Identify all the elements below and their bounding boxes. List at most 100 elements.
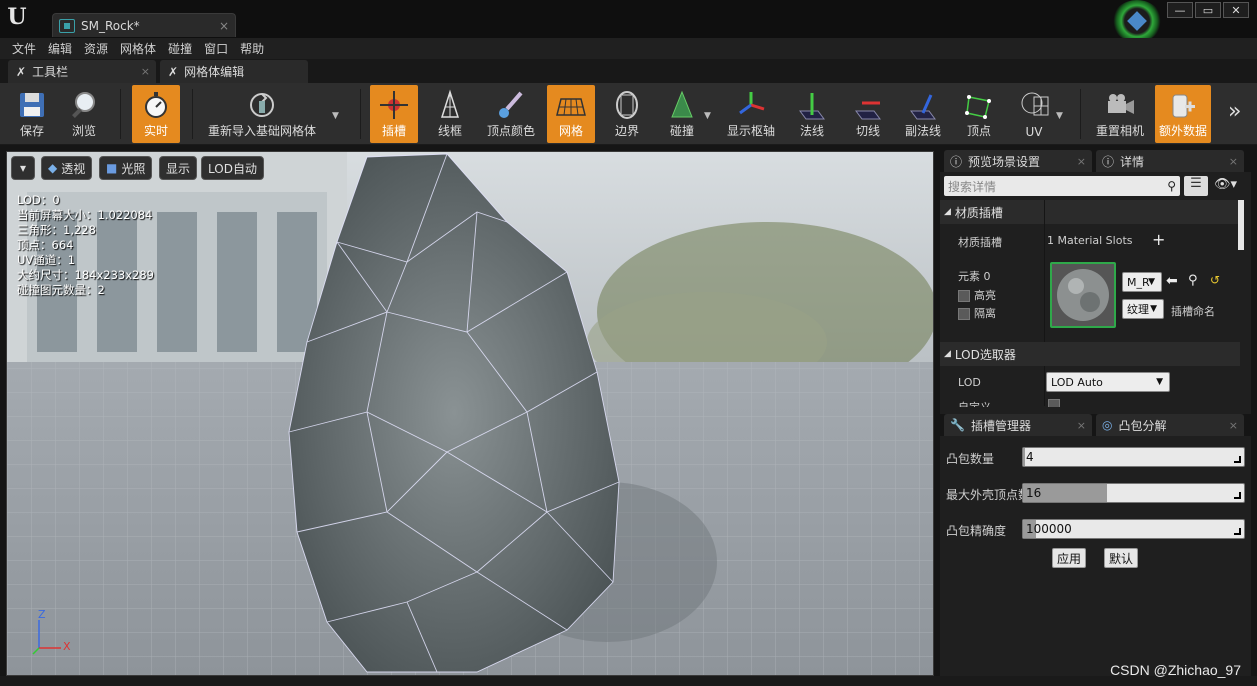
axis-z-label: Z <box>38 608 46 621</box>
save-button[interactable]: 保存 <box>8 85 56 143</box>
extra-data-icon <box>1172 94 1195 118</box>
lighting-button[interactable]: ■ 光照 <box>99 156 153 180</box>
menu-file[interactable]: 文件 <box>6 40 42 57</box>
source-control-orb-icon[interactable] <box>1112 0 1162 42</box>
close-tab-icon[interactable]: × <box>1077 155 1086 168</box>
vertex-color-button[interactable]: 顶点颜色 <box>482 85 540 143</box>
lod-picker-section-header[interactable]: ◢ LOD选取器 <box>940 342 1240 366</box>
max-verts-slider[interactable]: 16 <box>1022 483 1245 503</box>
unreal-logo-icon[interactable]: U <box>4 4 30 30</box>
vertices-button[interactable]: 顶点 <box>955 85 1003 143</box>
extra-data-label: 额外数据 <box>1158 124 1207 138</box>
realtime-button[interactable]: 实时 <box>132 85 180 143</box>
stat-vertices: 顶点：664 <box>17 238 74 252</box>
normals-button[interactable]: 法线 <box>788 85 836 143</box>
bounds-label: 边界 <box>614 124 639 138</box>
lod-combo[interactable]: LOD Auto ▼ <box>1046 372 1170 392</box>
uv-dropdown-icon[interactable]: ▼ <box>1056 111 1063 121</box>
texture-combo[interactable]: 纹理 ▼ <box>1122 299 1164 319</box>
checkbox-icon <box>958 308 970 320</box>
menu-collision[interactable]: 碰撞 <box>162 40 198 57</box>
lod-auto-button[interactable]: LOD自动 <box>201 156 264 180</box>
use-selected-arrow-icon[interactable]: ⬅ <box>1166 273 1178 289</box>
binormals-icon <box>910 94 936 120</box>
reset-material-icon[interactable]: ↺ <box>1210 273 1220 287</box>
perspective-button[interactable]: ◆ 透视 <box>41 156 93 180</box>
add-slot-icon[interactable]: + <box>1152 230 1165 249</box>
browse-button[interactable]: 浏览 <box>60 85 108 143</box>
viewport-options-button[interactable]: ▾ <box>11 156 35 180</box>
tab-convex-label: 凸包分解 <box>1118 418 1167 433</box>
close-tab-icon[interactable]: × <box>219 19 229 33</box>
show-button[interactable]: 显示 <box>159 156 198 180</box>
lod-auto-label: LOD自动 <box>208 161 257 176</box>
menu-window[interactable]: 窗口 <box>198 40 234 57</box>
eye-icon[interactable]: 👁▾ <box>1214 177 1237 192</box>
list-view-icon[interactable]: ☰ <box>1184 176 1208 196</box>
bounds-icon <box>616 91 638 119</box>
menu-mesh[interactable]: 网格体 <box>114 40 162 57</box>
search-details-input[interactable]: 搜索详情 ⚲ <box>944 176 1180 196</box>
hull-count-slider[interactable]: 4 <box>1022 447 1245 467</box>
default-button[interactable]: 默认 <box>1104 548 1138 568</box>
viewport[interactable]: ▾ ◆ 透视 ■ 光照 显示 LOD自动 LOD：0 当前屏幕大小：1.0220… <box>6 151 934 676</box>
menu-asset[interactable]: 资源 <box>78 40 114 57</box>
collapse-icon: ◢ <box>944 349 951 359</box>
stat-approx-size: 大约尺寸：184x233x289 <box>17 268 154 282</box>
normals-label: 法线 <box>799 124 824 138</box>
tab-socket-manager[interactable]: 🔧 插槽管理器 × <box>944 414 1092 436</box>
tab-details[interactable]: ⓘ 详情 × <box>1096 150 1244 172</box>
material-combo[interactable]: M_R ▼ <box>1122 272 1162 292</box>
tab-preview-scene-label: 预览场景设置 <box>968 154 1041 169</box>
close-tab-icon[interactable]: × <box>1229 419 1238 432</box>
reset-camera-button[interactable]: 重置相机 <box>1092 85 1148 143</box>
collision-button[interactable]: 碰撞 <box>658 85 706 143</box>
tangents-button[interactable]: 切线 <box>844 85 892 143</box>
maximize-button[interactable]: ▭ <box>1195 2 1221 18</box>
toolbar-overflow-icon[interactable]: » <box>1228 99 1241 124</box>
resize-corner-icon <box>1234 456 1241 463</box>
custom-checkbox[interactable] <box>1048 399 1060 407</box>
hull-count-fill <box>1023 448 1026 466</box>
axis-x-label: X <box>63 640 71 653</box>
close-tab-icon[interactable]: × <box>1229 155 1238 168</box>
extra-data-button[interactable]: 额外数据 <box>1155 85 1211 143</box>
wireframe-button[interactable]: 线框 <box>426 85 474 143</box>
chevron-down-icon: ▼ <box>1156 377 1163 387</box>
binormals-button[interactable]: 副法线 <box>899 85 947 143</box>
apply-button[interactable]: 应用 <box>1052 548 1086 568</box>
tab-convex-decomposition[interactable]: ◎ 凸包分解 × <box>1096 414 1244 436</box>
perspective-label: 透视 <box>61 161 86 176</box>
realtime-label: 实时 <box>143 124 168 138</box>
material-name: M_R <box>1127 275 1150 289</box>
socket-icon <box>380 91 408 119</box>
tab-mesh-edit[interactable]: ✗ 网格体编辑 <box>160 60 308 83</box>
menu-edit[interactable]: 编辑 <box>42 40 78 57</box>
precision-slider[interactable]: 100000 <box>1022 519 1245 539</box>
reimport-base-mesh-button[interactable]: 重新导入基础网格体 <box>202 85 322 143</box>
collision-dropdown-icon[interactable]: ▼ <box>704 111 711 121</box>
sockets-button[interactable]: 插槽 <box>370 85 418 143</box>
stat-screen-size: 当前屏幕大小：1.022084 <box>17 208 153 222</box>
show-pivot-button[interactable]: 显示枢轴 <box>722 85 780 143</box>
reimport-dropdown-icon[interactable]: ▼ <box>332 111 339 121</box>
material-slots-section-header[interactable]: ◢ 材质插槽 <box>940 200 1240 224</box>
browse-material-icon[interactable]: ⚲ <box>1188 273 1198 288</box>
close-window-button[interactable]: ✕ <box>1223 2 1249 18</box>
uv-button[interactable]: UV <box>1010 85 1058 143</box>
minimize-button[interactable]: — <box>1167 2 1193 18</box>
convex-tab-bar: 🔧 插槽管理器 × ◎ 凸包分解 × <box>940 414 1251 436</box>
close-tab-icon[interactable]: × <box>141 65 150 78</box>
document-tab[interactable]: SM_Rock* × <box>52 13 236 37</box>
menu-help[interactable]: 帮助 <box>234 40 270 57</box>
close-tab-icon[interactable]: × <box>1077 419 1086 432</box>
tab-preview-scene[interactable]: ⓘ 预览场景设置 × <box>944 150 1092 172</box>
tab-toolbar[interactable]: ✗ 工具栏 × <box>8 60 156 83</box>
lod-value: LOD Auto <box>1051 375 1103 389</box>
resize-corner-icon <box>1234 492 1241 499</box>
binormals-label: 副法线 <box>904 124 941 138</box>
grid-button[interactable]: 网格 <box>547 85 595 143</box>
material-thumbnail[interactable] <box>1050 262 1116 328</box>
bounds-button[interactable]: 边界 <box>603 85 651 143</box>
wrench-icon: ✗ <box>16 64 27 79</box>
